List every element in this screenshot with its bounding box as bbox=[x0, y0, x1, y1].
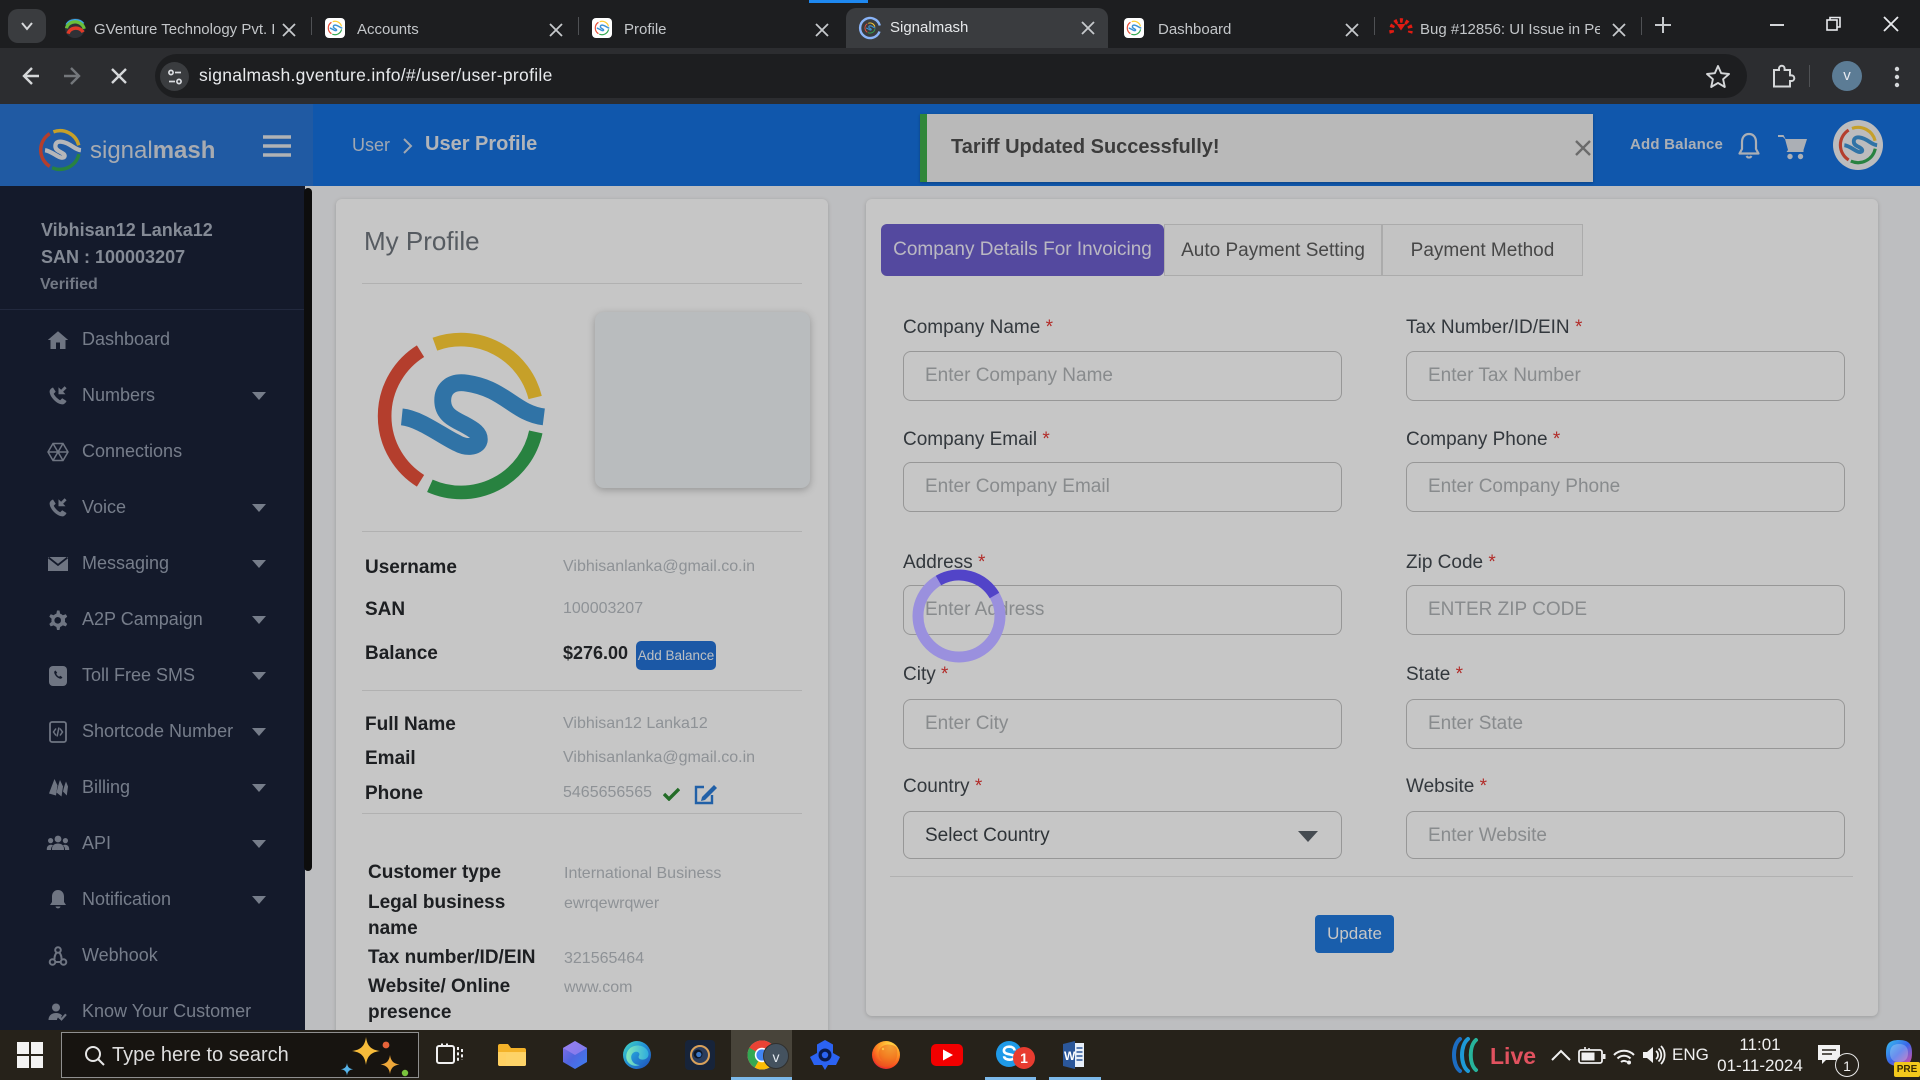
svg-text:W: W bbox=[1064, 1049, 1076, 1063]
